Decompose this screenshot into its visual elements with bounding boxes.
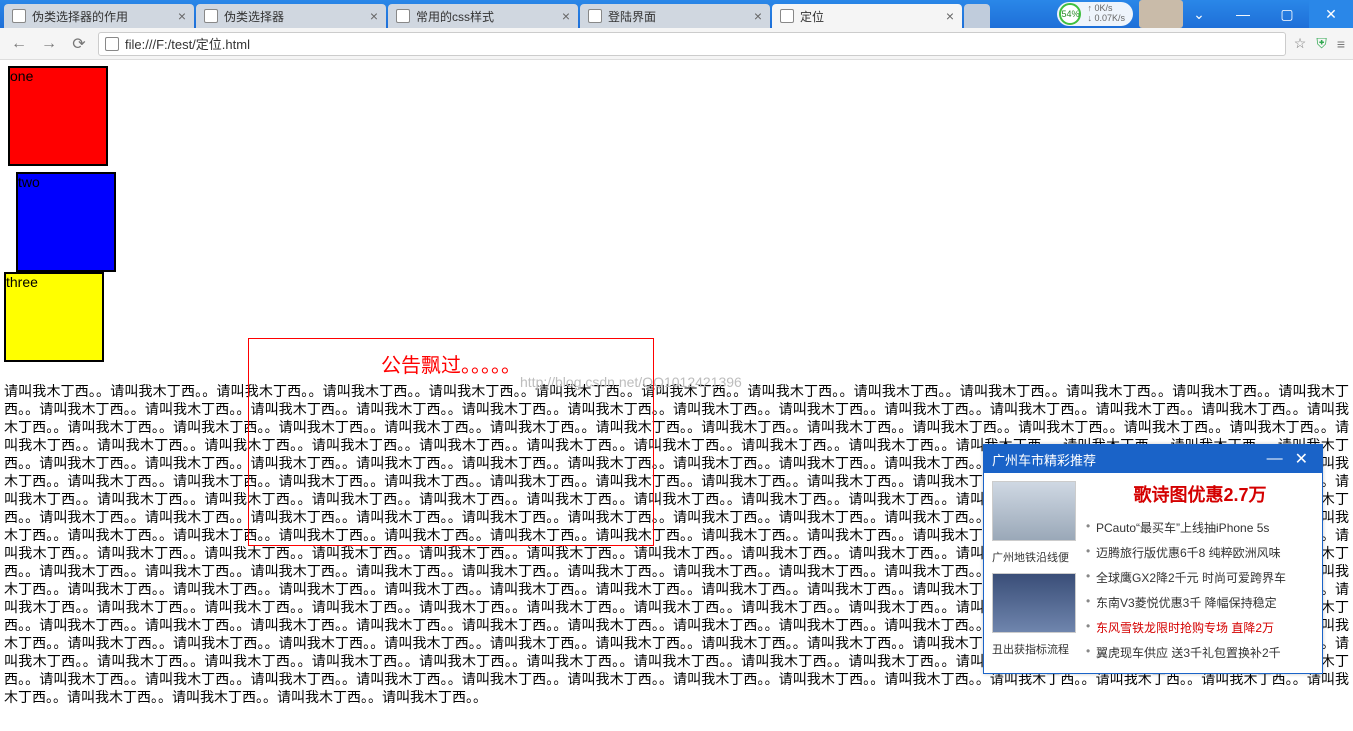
star-icon[interactable]: ☆: [1294, 35, 1307, 52]
browser-tab[interactable]: 常用的css样式 ×: [388, 4, 578, 28]
tab-title: 伪类选择器: [224, 8, 284, 25]
tab-title: 定位: [800, 8, 824, 25]
minimize-button[interactable]: —: [1221, 0, 1265, 28]
page-icon: [105, 37, 119, 51]
reload-button[interactable]: ⟳: [68, 33, 90, 55]
tab-title: 常用的css样式: [416, 8, 494, 25]
url-box[interactable]: [98, 32, 1286, 56]
close-icon[interactable]: ×: [946, 8, 954, 24]
speed-readout: ↑ 0K/s ↓ 0.07K/s: [1087, 4, 1125, 24]
browser-tab[interactable]: 伪类选择器的作用 ×: [4, 4, 194, 28]
tab-title: 伪类选择器的作用: [32, 8, 128, 25]
address-bar: ← → ⟳ ☆ ⛨ ≡: [0, 28, 1353, 60]
box-one: one: [8, 66, 108, 166]
browser-tab-active[interactable]: 定位 ×: [772, 4, 962, 28]
new-tab-button[interactable]: [964, 4, 990, 28]
ad-thumbnail[interactable]: [992, 573, 1076, 633]
menu-icon[interactable]: ≡: [1337, 36, 1345, 52]
window-controls: ⌄ — ▢ ✕: [1177, 0, 1353, 28]
ad-caption: 广州地铁沿线便: [992, 549, 1076, 565]
page-viewport: one two three 请叫我木丁西。。请叫我木丁西。。请叫我木丁西。。请叫…: [0, 60, 1353, 731]
close-icon[interactable]: ×: [370, 8, 378, 24]
browser-tab[interactable]: 伪类选择器 ×: [196, 4, 386, 28]
tab-title: 登陆界面: [608, 8, 656, 25]
ad-link-item[interactable]: 东风雪铁龙限时抢购专场 直降2万: [1086, 615, 1314, 640]
maximize-button[interactable]: ▢: [1265, 0, 1309, 28]
back-button[interactable]: ←: [8, 33, 30, 55]
page-icon: [780, 9, 794, 23]
page-icon: [588, 9, 602, 23]
close-icon[interactable]: ×: [562, 8, 570, 24]
close-icon[interactable]: ×: [178, 8, 186, 24]
ad-panel: 广州车市精彩推荐 — ✕ 广州地铁沿线便 丑出获指标流程 歌诗图优惠2.7万 P…: [983, 444, 1323, 674]
ad-link-item[interactable]: 东南V3菱悦优惠3千 降幅保持稳定: [1086, 590, 1314, 615]
window-close-button[interactable]: ✕: [1309, 0, 1353, 28]
marquee-label: 公告飘过。。。。。: [381, 355, 521, 377]
ad-header-title: 广州车市精彩推荐: [992, 450, 1096, 469]
page-icon: [204, 9, 218, 23]
network-speed-widget[interactable]: 54% ↑ 0K/s ↓ 0.07K/s: [1057, 2, 1133, 26]
ad-link-list: PCauto“最买车”上线抽iPhone 5s迈腾旅行版优惠6千8 纯粹欧洲风味…: [1086, 515, 1314, 665]
browser-tab-bar: 伪类选择器的作用 × 伪类选择器 × 常用的css样式 × 登陆界面 × 定位 …: [0, 0, 1353, 28]
ad-link-item[interactable]: 翼虎现车供应 送3千礼包置换补2千: [1086, 640, 1314, 665]
ad-thumbnail[interactable]: [992, 481, 1076, 541]
ad-caption: 丑出获指标流程: [992, 641, 1076, 657]
box-two: two: [16, 172, 116, 272]
ad-header: 广州车市精彩推荐 — ✕: [984, 445, 1322, 473]
page-icon: [396, 9, 410, 23]
speed-percent: 54%: [1059, 3, 1081, 25]
ad-title[interactable]: 歌诗图优惠2.7万: [1086, 481, 1314, 507]
chevron-down-icon[interactable]: ⌄: [1177, 0, 1221, 28]
close-icon[interactable]: ×: [754, 8, 762, 24]
close-icon[interactable]: ✕: [1289, 449, 1314, 469]
url-input[interactable]: [125, 36, 1279, 51]
browser-tab[interactable]: 登陆界面 ×: [580, 4, 770, 28]
shield-icon[interactable]: ⛨: [1316, 35, 1327, 52]
page-icon: [12, 9, 26, 23]
minimize-icon[interactable]: —: [1261, 450, 1289, 468]
ad-link-item[interactable]: PCauto“最买车”上线抽iPhone 5s: [1086, 515, 1314, 540]
box-three: three: [4, 272, 104, 362]
forward-button[interactable]: →: [38, 33, 60, 55]
ad-link-item[interactable]: 全球鹰GX2降2千元 时尚可爱跨界车: [1086, 565, 1314, 590]
ad-link-item[interactable]: 迈腾旅行版优惠6千8 纯粹欧洲风味: [1086, 540, 1314, 565]
